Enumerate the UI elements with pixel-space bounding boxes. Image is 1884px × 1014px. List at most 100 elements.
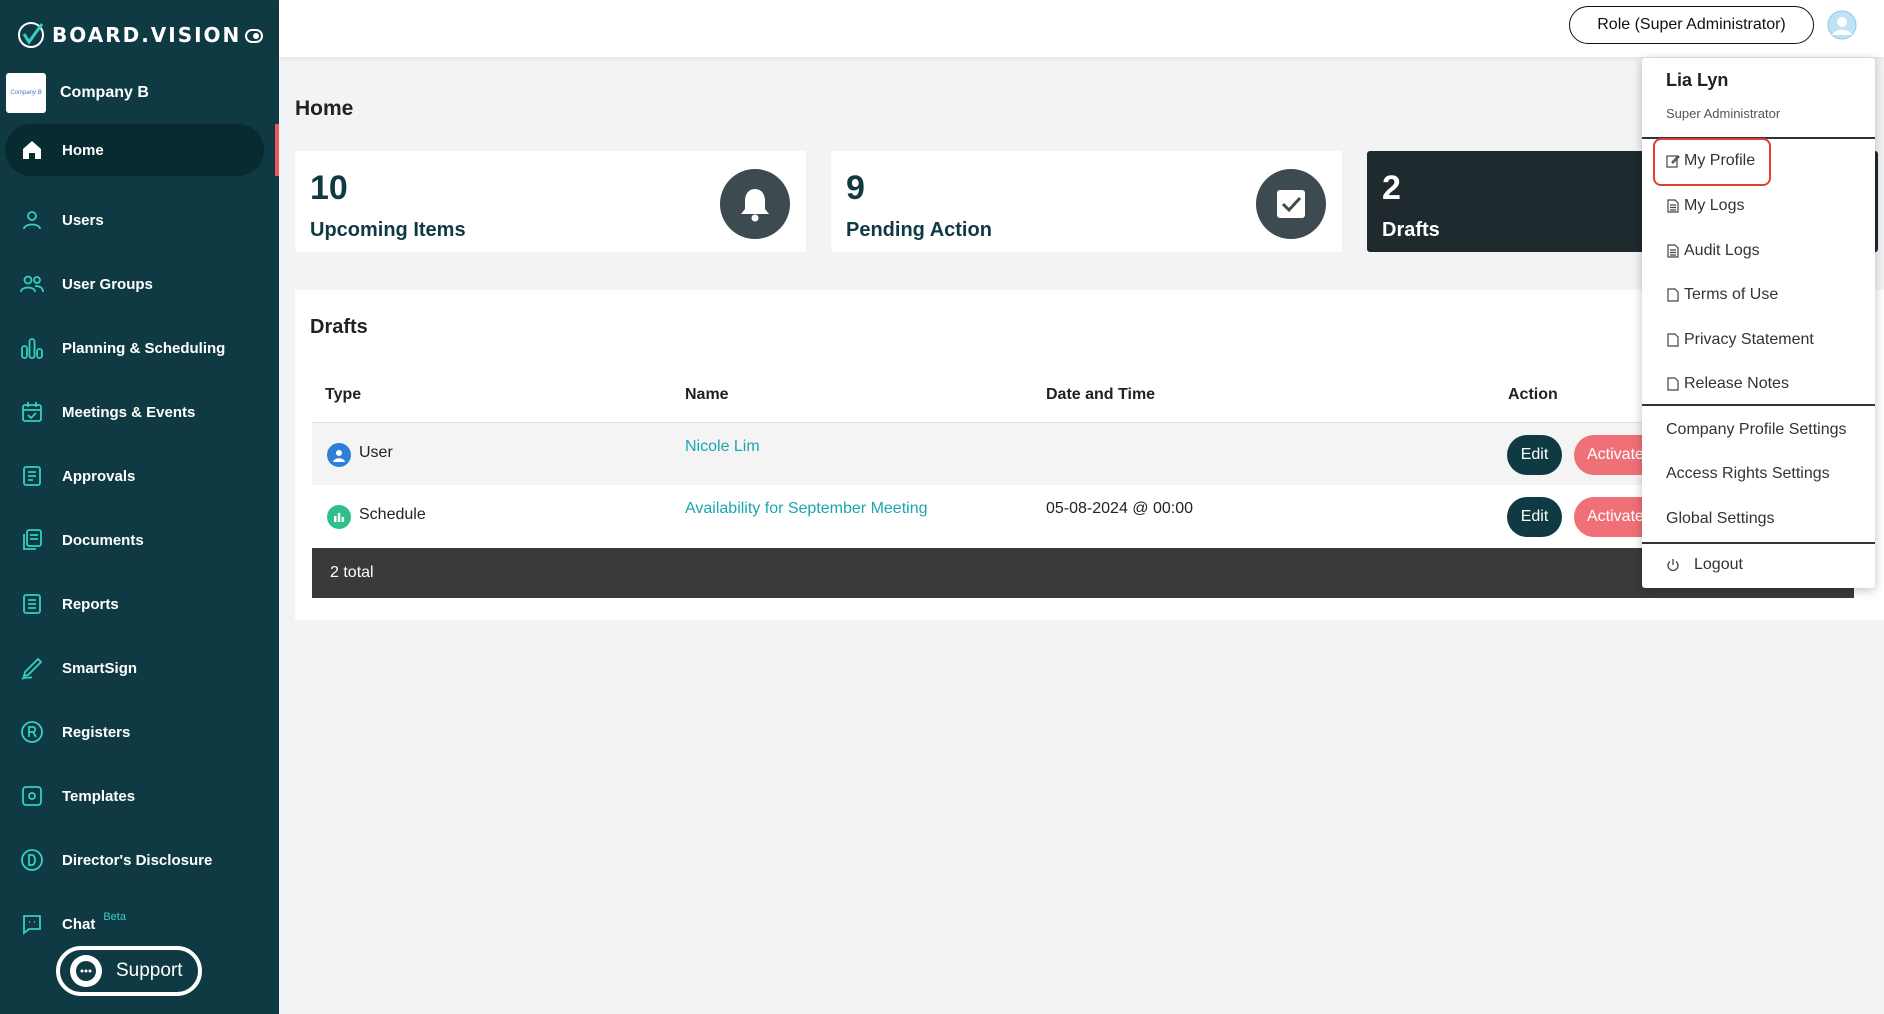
sidebar-item-label: Chat	[62, 915, 96, 933]
users-icon	[20, 275, 44, 293]
support-button[interactable]: Support	[56, 946, 202, 996]
menu-item-access-rights-settings[interactable]: Access Rights Settings	[1666, 465, 1830, 483]
sidebar-item-label: Users	[62, 211, 104, 229]
pen-icon	[21, 657, 43, 680]
toggle-icon[interactable]	[245, 29, 263, 43]
file-icon	[1667, 288, 1679, 302]
documents-icon	[23, 529, 42, 550]
sidebar-item-label: Home	[62, 141, 104, 159]
schedule-type-icon	[327, 505, 351, 529]
column-header-name: Name	[685, 386, 729, 403]
registered-icon	[21, 721, 43, 743]
sidebar-item-meetings[interactable]: Meetings & Events	[0, 380, 279, 444]
avatar-icon[interactable]	[1827, 10, 1857, 40]
beta-badge: Beta	[103, 911, 126, 923]
sidebar-nav: Home Users User Groups Planning & Schedu…	[0, 124, 279, 956]
page-title: Home	[295, 97, 354, 120]
support-chat-icon	[70, 955, 102, 987]
brand[interactable]: BOARD.VISION	[16, 20, 241, 50]
menu-item-company-profile-settings[interactable]: Company Profile Settings	[1666, 421, 1847, 439]
sidebar-item-label: Templates	[62, 787, 136, 805]
menu-item-label: My Logs	[1684, 197, 1745, 214]
log-icon	[1667, 244, 1679, 258]
brand-name: BOARD.VISION	[52, 23, 242, 47]
log-icon	[1667, 199, 1679, 213]
menu-item-audit-logs[interactable]: Audit Logs	[1666, 242, 1760, 260]
template-icon	[22, 786, 42, 806]
power-icon	[1667, 559, 1679, 572]
edit-button[interactable]: Edit	[1507, 497, 1562, 537]
sidebar-item-home[interactable]: Home	[5, 124, 264, 176]
pending-action-card[interactable]: 9 Pending Action	[831, 151, 1342, 252]
user-type-icon	[327, 443, 351, 467]
brand-logo-icon	[18, 22, 44, 48]
sidebar-item-documents[interactable]: Documents	[0, 508, 279, 572]
chat-icon	[23, 915, 41, 935]
menu-item-label: Terms of Use	[1684, 286, 1779, 303]
stat-label: Drafts	[1382, 219, 1440, 241]
menu-item-label: Logout	[1694, 556, 1743, 573]
sidebar-item-registers[interactable]: Registers	[0, 700, 279, 764]
sidebar-item-label: SmartSign	[62, 659, 138, 677]
sidebar-item-label: Director's Disclosure	[62, 851, 213, 869]
sidebar-item-planning[interactable]: Planning & Scheduling	[0, 316, 279, 380]
sidebar-item-label: Approvals	[62, 467, 136, 485]
table-footer-total: 2 total	[312, 548, 1854, 598]
sidebar-item-label: Registers	[62, 723, 131, 741]
dropdown-divider	[1642, 542, 1875, 544]
bell-icon	[720, 169, 790, 239]
table-row: Schedule Availability for September Meet…	[312, 485, 1854, 548]
file-icon	[1667, 333, 1679, 347]
column-header-action: Action	[1508, 386, 1558, 403]
menu-item-label: Release Notes	[1684, 375, 1789, 392]
menu-item-terms[interactable]: Terms of Use	[1666, 286, 1778, 304]
stat-number: 10	[310, 169, 348, 207]
company-name: Company B	[60, 84, 149, 101]
menu-item-label: Privacy Statement	[1684, 331, 1814, 348]
stat-number: 2	[1382, 169, 1401, 207]
highlight-box	[1653, 138, 1771, 186]
column-header-datetime: Date and Time	[1046, 386, 1156, 403]
upcoming-items-card[interactable]: 10 Upcoming Items	[295, 151, 806, 252]
check-square-icon	[1256, 169, 1326, 239]
dropdown-user-role: Super Administrator	[1666, 106, 1781, 121]
sidebar-item-templates[interactable]: Templates	[0, 764, 279, 828]
menu-item-release-notes[interactable]: Release Notes	[1666, 375, 1789, 393]
sidebar-item-label: Planning & Scheduling	[62, 339, 226, 357]
edit-button[interactable]: Edit	[1507, 435, 1562, 475]
sidebar-item-approvals[interactable]: Approvals	[0, 444, 279, 508]
home-icon	[23, 141, 41, 159]
row-type: User	[359, 444, 393, 461]
sidebar-item-reports[interactable]: Reports	[0, 572, 279, 636]
menu-item-label: Audit Logs	[1684, 242, 1760, 259]
menu-item-privacy[interactable]: Privacy Statement	[1666, 331, 1814, 349]
dropdown-divider	[1642, 404, 1875, 406]
table-row: User Nicole Lim Edit Activate	[312, 422, 1854, 485]
company-switcher[interactable]: Company B Company B	[6, 73, 149, 113]
stat-number: 9	[846, 169, 865, 207]
row-name-link[interactable]: Nicole Lim	[685, 438, 760, 456]
sidebar-item-smartsign[interactable]: SmartSign	[0, 636, 279, 700]
drafts-title: Drafts	[310, 316, 368, 338]
support-label: Support	[116, 960, 183, 981]
reports-icon	[23, 594, 41, 614]
sidebar-item-disclosure[interactable]: Director's Disclosure	[0, 828, 279, 892]
sidebar-item-users[interactable]: Users	[0, 188, 279, 252]
stat-label: Upcoming Items	[310, 219, 466, 241]
menu-item-logout[interactable]: Logout	[1666, 556, 1743, 574]
role-button[interactable]: Role (Super Administrator)	[1569, 6, 1814, 44]
user-icon	[23, 211, 41, 230]
row-name-link[interactable]: Availability for September Meeting	[685, 500, 928, 518]
sidebar-item-user-groups[interactable]: User Groups	[0, 252, 279, 316]
menu-item-my-logs[interactable]: My Logs	[1666, 197, 1744, 215]
row-type: Schedule	[359, 506, 426, 523]
menu-item-global-settings[interactable]: Global Settings	[1666, 510, 1775, 528]
company-logo: Company B	[6, 73, 46, 113]
sidebar-item-label: Meetings & Events	[62, 403, 196, 421]
bar-chart-icon	[21, 338, 43, 359]
file-icon	[1667, 377, 1679, 391]
sidebar-item-label: User Groups	[62, 275, 153, 293]
disclosure-icon	[21, 849, 43, 871]
sidebar-item-label: Documents	[62, 531, 144, 549]
calendar-icon	[22, 402, 42, 422]
